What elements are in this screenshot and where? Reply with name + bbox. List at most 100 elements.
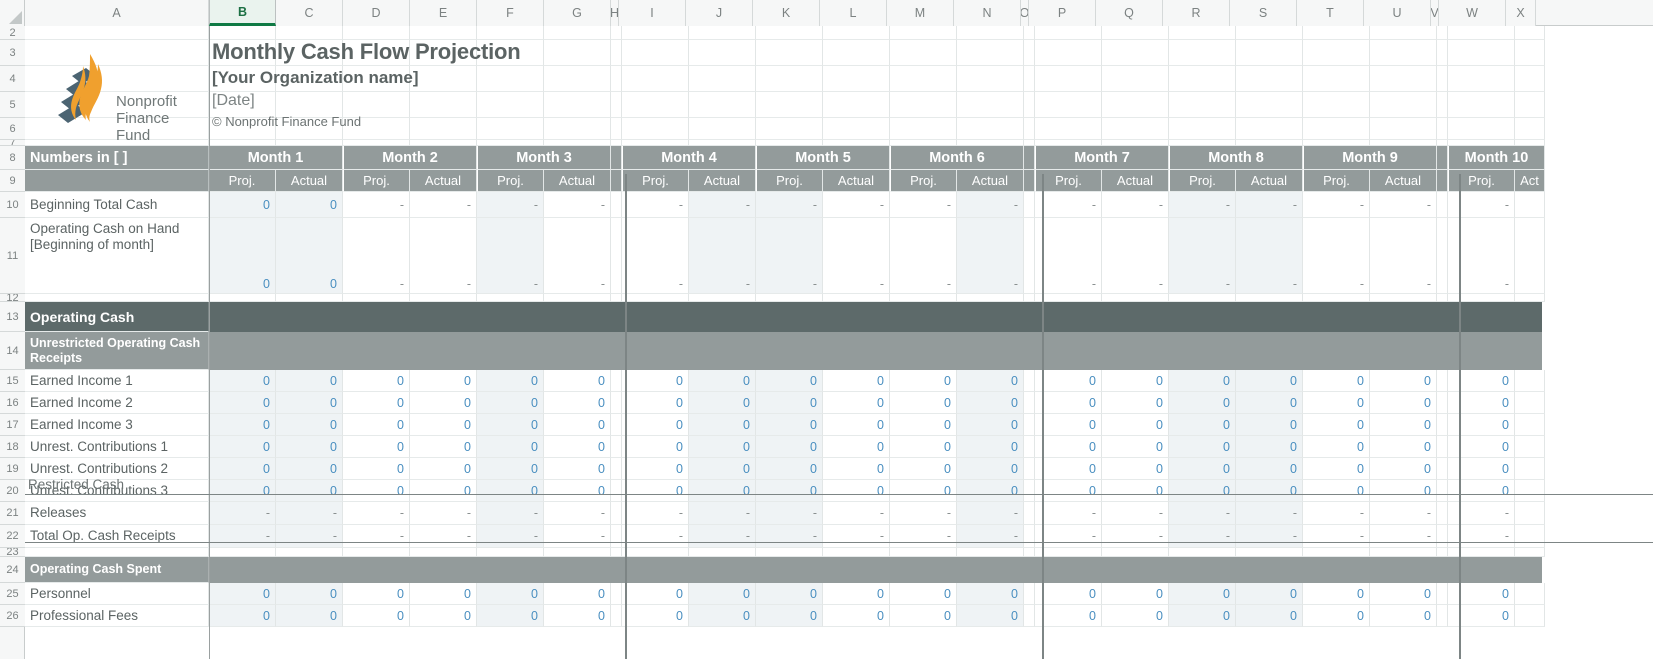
column-header-d[interactable]: D [343, 0, 410, 26]
cell-title-0-11[interactable] [890, 26, 957, 40]
cell-title-3-22[interactable] [1515, 92, 1545, 118]
cell-15-17[interactable]: 0 [1236, 370, 1303, 392]
cell-10-7[interactable]: - [622, 192, 689, 218]
cell-20-8[interactable]: 0 [689, 480, 756, 502]
cell-title-3-17[interactable] [1236, 92, 1303, 118]
cell-title-0-2[interactable] [343, 26, 410, 40]
cell-25-1[interactable]: 0 [276, 583, 343, 605]
cell-21-15[interactable]: - [1102, 502, 1169, 525]
cell-25-8[interactable]: 0 [689, 583, 756, 605]
cell-title-2-9[interactable] [756, 66, 823, 92]
section-header-fill-24-9[interactable] [755, 557, 822, 583]
cell-title-0-22[interactable] [1515, 26, 1545, 40]
cell-filler-23-7[interactable] [622, 548, 689, 557]
cell-title-2-18[interactable] [1303, 66, 1370, 92]
cell-18-10[interactable]: 0 [823, 436, 890, 458]
column-header-n[interactable]: N [954, 0, 1021, 26]
column-header-p[interactable]: P [1029, 0, 1096, 26]
cell-filler-12-4[interactable] [477, 294, 544, 302]
row-header-18[interactable]: 18 [0, 436, 25, 458]
row-label-16[interactable]: Earned Income 2 [25, 392, 209, 414]
spacer-cell-21-6[interactable] [611, 502, 622, 525]
month-header-9[interactable]: Month 9 [1303, 146, 1437, 170]
month-header-4[interactable]: Month 4 [622, 146, 756, 170]
cell-17-12[interactable]: 0 [957, 414, 1024, 436]
section-header-fill-24-6[interactable] [611, 557, 621, 583]
cell-26-16[interactable]: 0 [1169, 605, 1236, 627]
cell-17-14[interactable]: 0 [1035, 414, 1102, 436]
cell-filler-23-12[interactable] [957, 548, 1024, 557]
section-header-fill-24-20[interactable] [1435, 557, 1445, 583]
cell-title-1-7[interactable] [622, 40, 689, 66]
cell-25-10[interactable]: 0 [823, 583, 890, 605]
column-header-strip[interactable]: ABCDEFGHIJKLMNOPQRSTUVWX [0, 0, 1653, 26]
spacer-column-sub-6[interactable] [611, 170, 622, 192]
cell-filler-12-16[interactable] [1169, 294, 1236, 302]
section-header-fill-14-8[interactable] [688, 332, 755, 370]
cell-title-3-10[interactable] [823, 92, 890, 118]
cell-filler-23-2[interactable] [343, 548, 410, 557]
cell-17-19[interactable]: 0 [1370, 414, 1437, 436]
cell-title-1-19[interactable] [1370, 40, 1437, 66]
cell-16-0[interactable]: 0 [209, 392, 276, 414]
spacer-cell-20-6[interactable] [611, 480, 622, 502]
cell-title-1-12[interactable] [957, 40, 1024, 66]
cell-filler-23-20[interactable] [1437, 548, 1448, 557]
row-label-11[interactable]: Operating Cash on Hand [Beginning of mon… [25, 218, 209, 294]
column-header-e[interactable]: E [410, 0, 477, 26]
cell-title-4-5[interactable] [544, 118, 611, 140]
row-header-24[interactable]: 24 [0, 557, 25, 583]
cell-18-22[interactable] [1515, 436, 1545, 458]
spacer-cell-26-13[interactable] [1024, 605, 1035, 627]
cell-15-16[interactable]: 0 [1169, 370, 1236, 392]
cell-title-1-9[interactable] [756, 40, 823, 66]
cell-title-2-21[interactable] [1448, 66, 1515, 92]
month-10-actual-header[interactable]: Act [1515, 170, 1545, 192]
spacer-cell-17-20[interactable] [1437, 414, 1448, 436]
cell-title-0-16[interactable] [1169, 26, 1236, 40]
cell-filler-12-6[interactable] [611, 294, 622, 302]
cell-20-10[interactable]: 0 [823, 480, 890, 502]
cell-10-14[interactable]: - [1035, 192, 1102, 218]
cell-title-1-5[interactable] [544, 40, 611, 66]
cell-20-18[interactable]: 0 [1303, 480, 1370, 502]
cell-title-1-4[interactable] [477, 40, 544, 66]
cell-22-0[interactable]: - [209, 525, 276, 548]
numbers-in-label[interactable]: Numbers in [ ] [25, 146, 209, 170]
cell-title-4-22[interactable] [1515, 118, 1545, 140]
cell-title-1-6[interactable] [611, 40, 622, 66]
cell-16-3[interactable]: 0 [410, 392, 477, 414]
cell-title-2-8[interactable] [689, 66, 756, 92]
cell-10-1[interactable]: 0 [276, 192, 343, 218]
section-header-fill-14-5[interactable] [544, 332, 611, 370]
cell-18-7[interactable]: 0 [622, 436, 689, 458]
section-header-fill-24-18[interactable] [1301, 557, 1368, 583]
column-header-i[interactable]: I [619, 0, 686, 26]
row-header-15[interactable]: 15 [0, 370, 25, 392]
cell-22-19[interactable]: - [1370, 525, 1437, 548]
section-header-fill-14-20[interactable] [1435, 332, 1445, 370]
cell-18-18[interactable]: 0 [1303, 436, 1370, 458]
month-1-proj-header[interactable]: Proj. [209, 170, 276, 192]
cell-11-14[interactable]: - [1035, 218, 1102, 294]
cell-11-2[interactable]: - [343, 218, 410, 294]
cell-16-11[interactable]: 0 [890, 392, 957, 414]
spacer-cell-19-6[interactable] [611, 458, 622, 480]
cell-20-1[interactable]: 0 [276, 480, 343, 502]
cell-title-3-5[interactable] [544, 92, 611, 118]
section-header-fill-14-1[interactable] [276, 332, 343, 370]
cell-16-5[interactable]: 0 [544, 392, 611, 414]
spacer-column-6[interactable] [611, 146, 622, 170]
row-header-10[interactable]: 10 [0, 192, 25, 218]
cell-17-1[interactable]: 0 [276, 414, 343, 436]
cell-26-19[interactable]: 0 [1370, 605, 1437, 627]
cell-11-19[interactable]: - [1370, 218, 1437, 294]
spacer-cell-19-20[interactable] [1437, 458, 1448, 480]
cell-19-2[interactable]: 0 [343, 458, 410, 480]
cell-16-1[interactable]: 0 [276, 392, 343, 414]
cell-title-3-11[interactable] [890, 92, 957, 118]
cell-a-filler-23[interactable] [25, 548, 209, 557]
cell-25-16[interactable]: 0 [1169, 583, 1236, 605]
month-2-actual-header[interactable]: Actual [410, 170, 477, 192]
numbers-in-sub[interactable] [25, 170, 209, 192]
